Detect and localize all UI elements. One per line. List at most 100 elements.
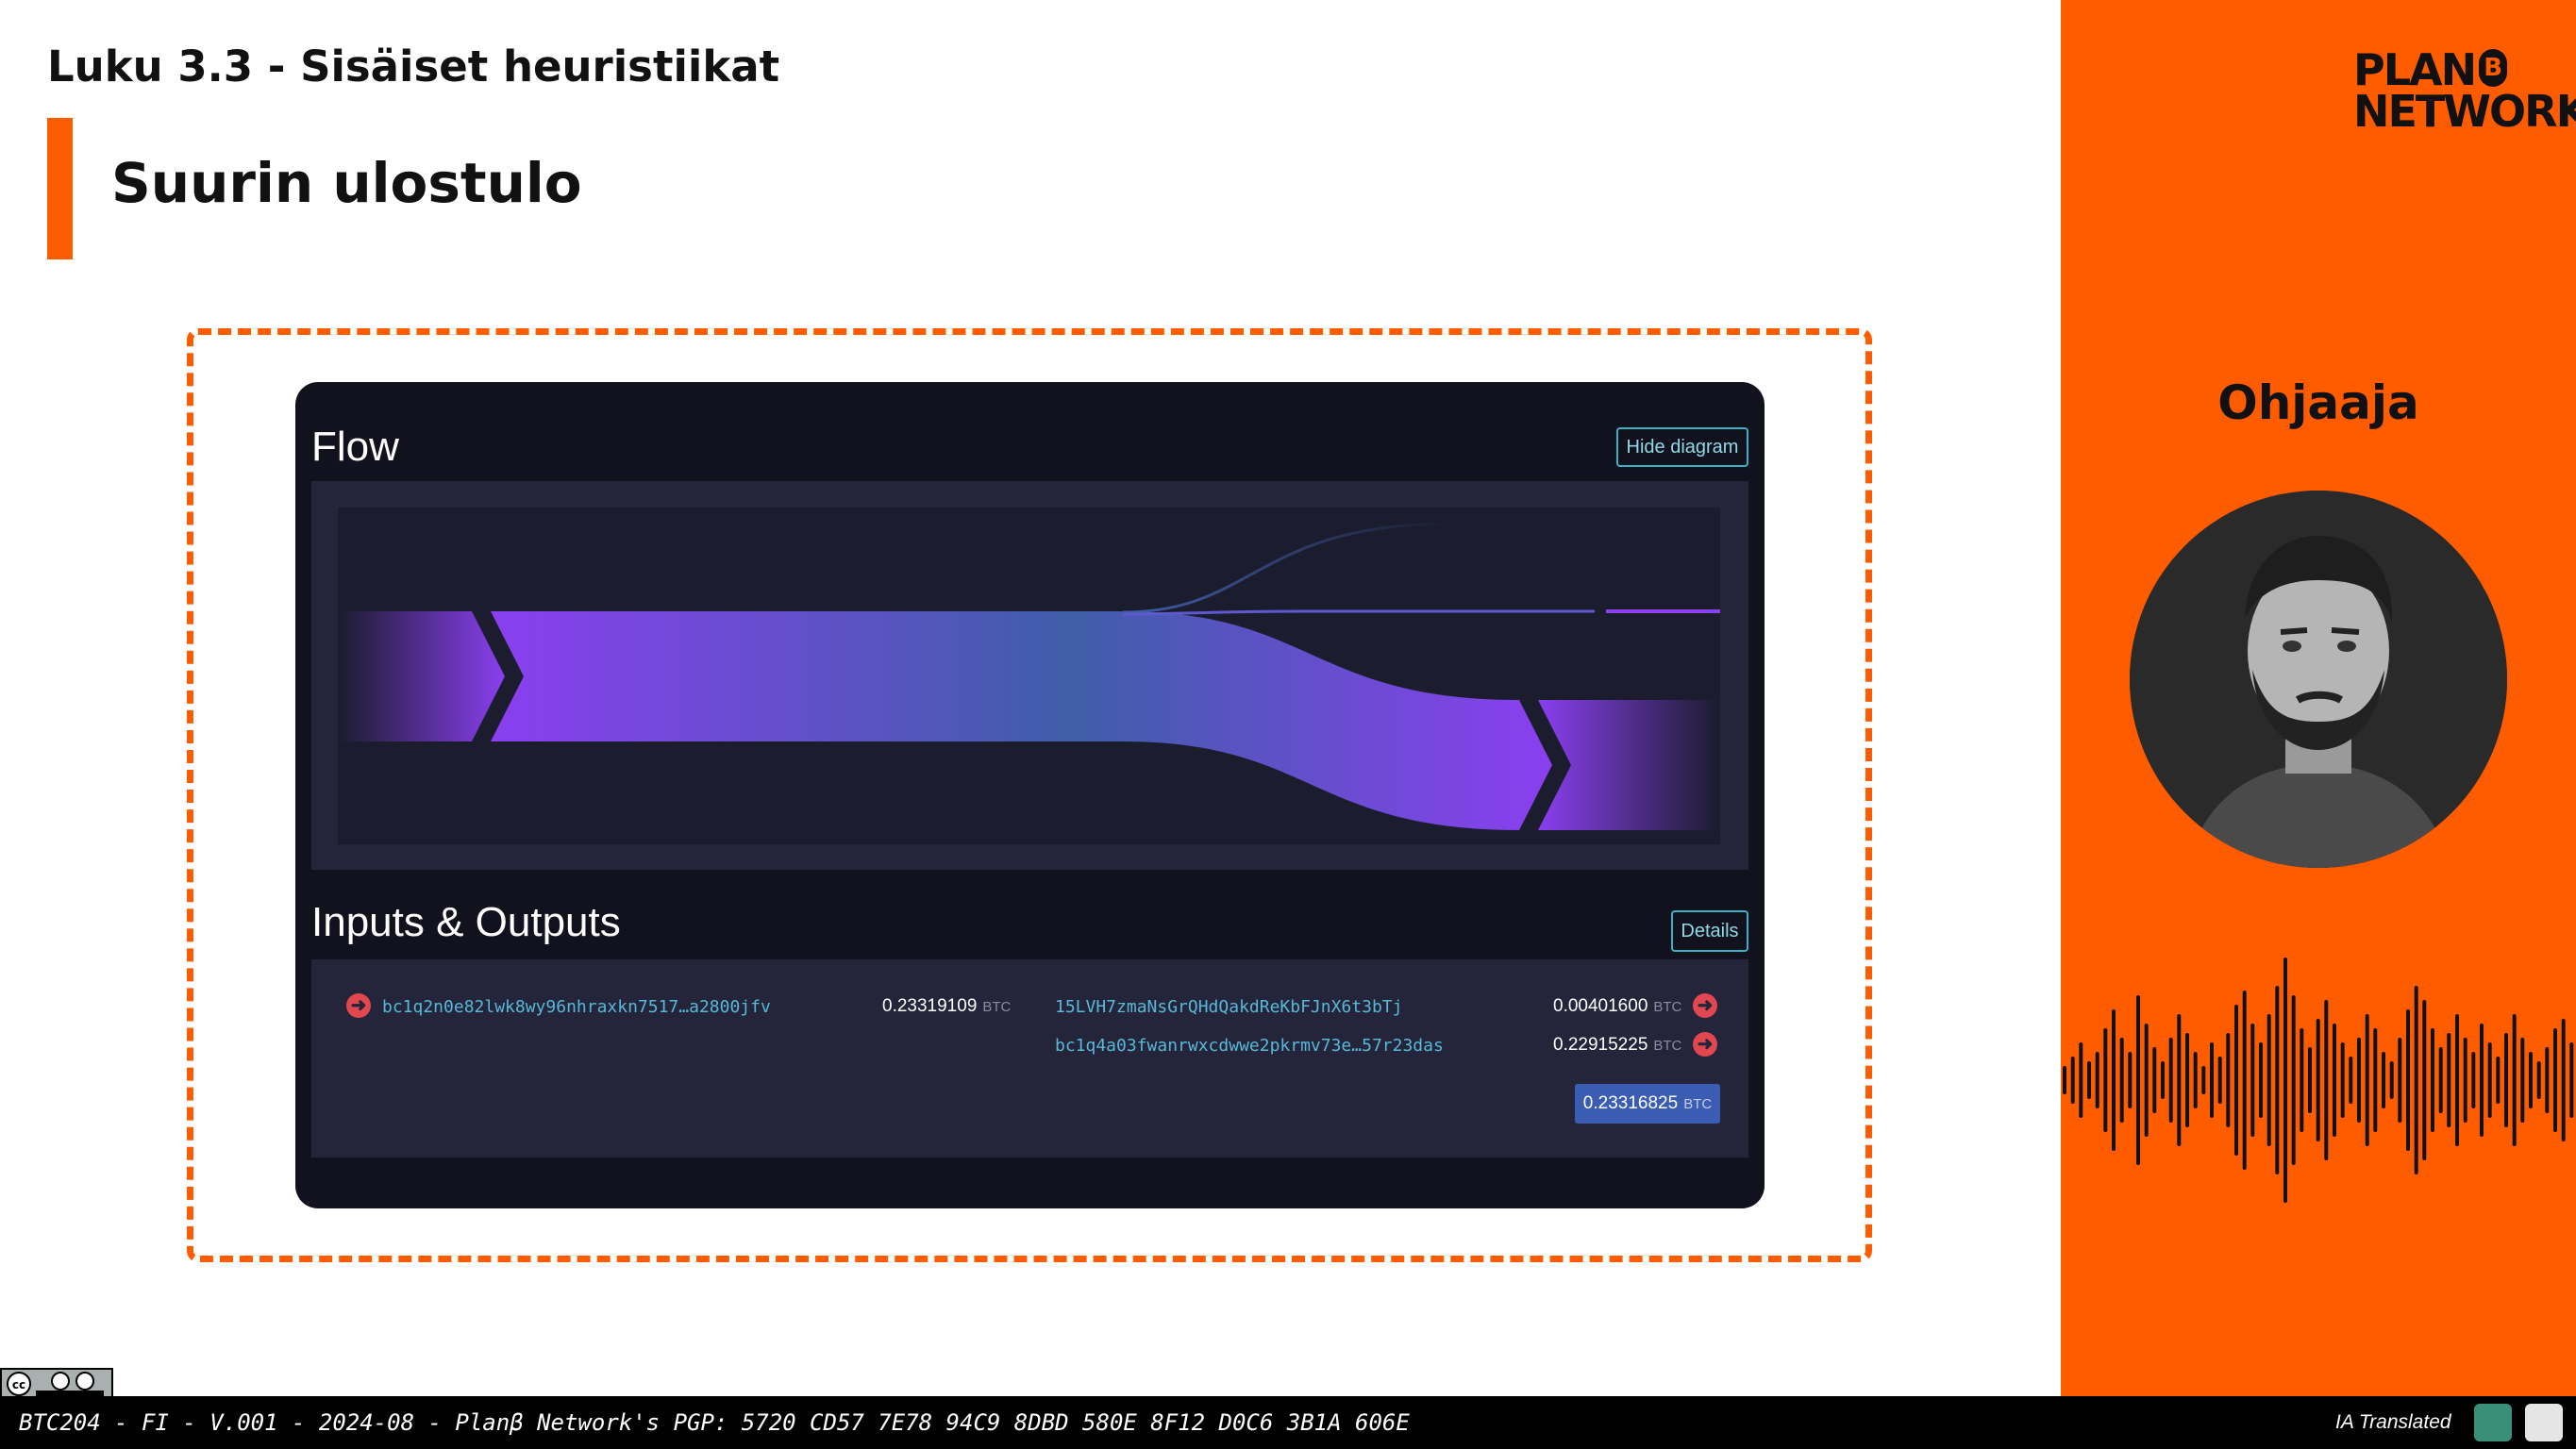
input-address[interactable]: bc1q2n0e82lwk8wy96nhraxkn7517…a2800jfv xyxy=(382,997,771,1017)
waveform-bar xyxy=(2283,958,2287,1203)
waveform-bar xyxy=(2471,1052,2476,1108)
sidebar: PLAN B NETWORK Ohjaaja xyxy=(2061,0,2576,1396)
output-unit-2: BTC xyxy=(1653,1038,1682,1054)
output-arrow-icon-1[interactable]: ➜ xyxy=(1693,993,1717,1018)
logo-b-badge: B xyxy=(2479,49,2508,87)
io-panel xyxy=(311,959,1748,1158)
io-heading: Inputs & Outputs xyxy=(311,899,621,945)
slide-title: Suurin ulostulo xyxy=(111,151,582,215)
output-address-1[interactable]: 15LVH7zmaNsGrQHdQakdReKbFJnX6t3bTj xyxy=(1055,997,1402,1017)
translator-icon xyxy=(2525,1404,2563,1441)
svg-text:cc: cc xyxy=(12,1378,25,1391)
waveform-bar xyxy=(2103,1028,2108,1132)
input-amount-row: 0.23319109 BTC xyxy=(882,996,1011,1017)
waveform-bar xyxy=(2250,1024,2255,1137)
waveform-bar xyxy=(2226,1033,2231,1127)
waveform-bar xyxy=(2275,986,2280,1174)
waveform-bar xyxy=(2070,1057,2075,1104)
waveform-bar xyxy=(2144,1024,2149,1137)
instructor-avatar xyxy=(2130,491,2507,868)
output-unit-1: BTC xyxy=(1653,999,1682,1015)
footer-bar: BTC204 - FI - V.001 - 2024-08 - Planβ Ne… xyxy=(0,1396,2576,1449)
output-address-2[interactable]: bc1q4a03fwanrwxcdwwe2pkrmv73e…57r23das xyxy=(1055,1036,1444,1056)
waveform-bar xyxy=(2324,1000,2329,1160)
waveform-bar xyxy=(2357,1038,2361,1123)
input-arrow-icon[interactable]: ➜ xyxy=(346,993,371,1018)
total-amount: 0.23316825 xyxy=(1582,1093,1679,1113)
waveform-bar xyxy=(2095,1052,2099,1108)
plan-b-network-logo: PLAN B NETWORK xyxy=(2353,48,2576,137)
input-unit: BTC xyxy=(982,999,1012,1015)
title-accent-bar xyxy=(47,118,73,259)
waveform-bar xyxy=(2382,1052,2385,1108)
logo-network: NETWORK xyxy=(2353,86,2576,137)
output-amount-1: 0.00401600 xyxy=(1553,996,1648,1016)
waveform-bar xyxy=(2553,1028,2557,1132)
waveform-bar xyxy=(2496,1057,2501,1104)
waveform-bar xyxy=(2300,1028,2304,1132)
waveform-bar xyxy=(2487,1042,2492,1118)
waveform-bar xyxy=(2210,1042,2214,1118)
chapter-heading: Luku 3.3 - Sisäiset heuristiikat xyxy=(47,42,780,92)
waveform-bar xyxy=(2119,1038,2124,1123)
waveform-bar xyxy=(2504,1033,2508,1127)
waveform-bar xyxy=(2365,1014,2369,1146)
total-badge: 0.23316825 BTC xyxy=(1575,1084,1720,1124)
waveform-bar xyxy=(2529,1052,2533,1108)
waveform-bar xyxy=(2545,1047,2550,1113)
total-unit: BTC xyxy=(1683,1096,1713,1112)
instructor-label: Ohjaaja xyxy=(2217,375,2419,430)
waveform-bar xyxy=(2087,1061,2091,1099)
details-button[interactable]: Details xyxy=(1671,910,1748,952)
cc-license-icon: cc xyxy=(0,1368,113,1400)
footer-ia-translated: IA Translated xyxy=(2335,1411,2451,1433)
waveform-bar xyxy=(2201,1066,2206,1094)
input-flow-band xyxy=(338,611,505,741)
flow-diagram-panel xyxy=(311,481,1748,870)
waveform-bar xyxy=(2569,1042,2574,1118)
flow-sankey-diagram xyxy=(338,508,1720,844)
waveform-bar xyxy=(2267,1014,2271,1146)
footer-text: BTC204 - FI - V.001 - 2024-08 - Planβ Ne… xyxy=(19,1409,1410,1436)
waveform-bar xyxy=(2349,1057,2353,1104)
mempool-screenshot: Flow Hide diagram Inputs & Outputs Detai… xyxy=(295,382,1765,1208)
output-amount-row-1: 0.00401600 BTC xyxy=(1553,996,1681,1017)
waveform-bar xyxy=(2185,1033,2189,1127)
waveform-bar xyxy=(2217,1057,2222,1104)
waveform-bar xyxy=(2520,1038,2525,1123)
waveform-bar xyxy=(2152,1047,2157,1113)
waveform-bar xyxy=(2438,1047,2443,1113)
instructor-portrait xyxy=(2130,491,2507,868)
waveform-bar xyxy=(2398,1038,2402,1123)
waveform-bar xyxy=(2333,1024,2336,1137)
waveform-bar xyxy=(2406,1009,2410,1151)
waveform-bar xyxy=(2340,1042,2345,1118)
waveform-bar xyxy=(2431,1028,2434,1132)
waveform-bar xyxy=(2414,986,2418,1174)
waveform-bar xyxy=(2455,1014,2459,1146)
waveform-bar xyxy=(2373,1028,2378,1132)
waveform-bar xyxy=(2536,1061,2541,1099)
chatgpt-icon xyxy=(2474,1404,2512,1441)
waveform-bar xyxy=(2112,1009,2116,1151)
audio-waveform-icon xyxy=(2063,958,2574,1203)
waveform-bar xyxy=(2291,995,2296,1165)
waveform-bar xyxy=(2463,1038,2467,1123)
waveform-bar xyxy=(2161,1061,2165,1099)
waveform-bar xyxy=(2234,1005,2238,1156)
hide-diagram-button[interactable]: Hide diagram xyxy=(1616,427,1748,467)
input-amount: 0.23319109 xyxy=(882,996,978,1016)
waveform-bar xyxy=(2177,1014,2182,1146)
output-amount-2: 0.22915225 xyxy=(1553,1035,1648,1055)
waveform-bar xyxy=(2259,1042,2263,1118)
waveform-bar xyxy=(2079,1042,2083,1118)
waveform-bar xyxy=(2480,1024,2484,1137)
waveform-bar xyxy=(2193,1052,2198,1108)
waveform-bar xyxy=(2561,1019,2566,1141)
output-amount-row-2: 0.22915225 BTC xyxy=(1553,1035,1681,1056)
waveform-bar xyxy=(2168,1038,2173,1123)
flow-heading: Flow xyxy=(311,424,399,470)
waveform-bar xyxy=(2242,991,2247,1170)
output-arrow-icon-2[interactable]: ➜ xyxy=(1693,1032,1717,1057)
waveform-bar xyxy=(2447,1033,2451,1127)
